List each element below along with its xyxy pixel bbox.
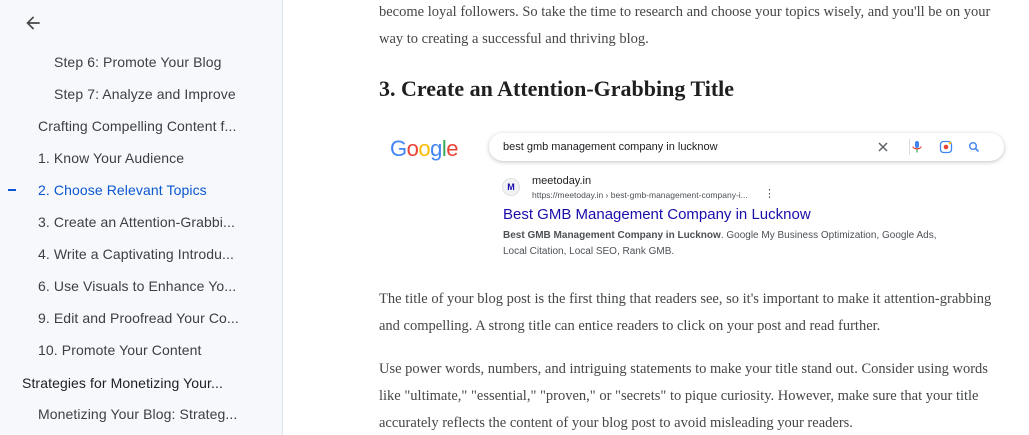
body-paragraph-2: Use power words, numbers, and intriguing… [379, 361, 988, 431]
outline-item-monetizing-strategies[interactable]: Strategies for Monetizing Your... [0, 371, 282, 395]
outline-item-know-audience[interactable]: 1. Know Your Audience [0, 146, 282, 170]
intro-paragraph: become loyal followers. So take the time… [379, 4, 991, 47]
search-icon [966, 139, 982, 155]
outline-item-create-title[interactable]: 3. Create an Attention-Grabbi... [0, 210, 282, 234]
outline-item-use-visuals[interactable]: 6. Use Visuals to Enhance Yo... [0, 274, 282, 298]
outline-item-promote-content[interactable]: 10. Promote Your Content [0, 338, 282, 362]
outline-item-write-intro[interactable]: 4. Write a Captivating Introdu... [0, 242, 282, 266]
search-query-text: best gmb management company in lucknow [503, 141, 718, 153]
result-url: https://meetoday.in › best-gmb-managemen… [532, 190, 748, 200]
search-box: best gmb management company in lucknow [489, 133, 1004, 161]
outline-item-step-7[interactable]: Step 7: Analyze and Improve [0, 82, 282, 106]
section-heading: 3. Create an Attention-Grabbing Title [379, 76, 735, 101]
arrow-left-icon [26, 16, 40, 30]
result-site-name: meetoday.in [532, 175, 592, 187]
result-snippet: Best GMB Management Company in Lucknow. … [503, 230, 937, 257]
camera-lens-icon [938, 139, 954, 155]
outline-item-edit-proofread[interactable]: 9. Edit and Proofread Your Co... [0, 306, 282, 330]
document-body[interactable]: become loyal followers. So take the time… [283, 0, 1029, 435]
document-outline-sidebar: Step 6: Promote Your Blog Step 7: Analyz… [0, 0, 283, 435]
more-options-icon: ⋮ [764, 188, 775, 200]
outline-item-step-6[interactable]: Step 6: Promote Your Blog [0, 50, 282, 74]
close-icon [875, 139, 891, 155]
outline-item-crafting-content[interactable]: Crafting Compelling Content f... [0, 114, 282, 138]
outline-item-monetizing-blog[interactable]: Monetizing Your Blog: Strateg... [0, 402, 282, 426]
google-logo: Google [390, 136, 459, 161]
embedded-search-screenshot: Google best gmb management company in lu… [379, 128, 1009, 268]
result-title: Best GMB Management Company in Lucknow [503, 206, 811, 223]
back-button[interactable] [21, 11, 45, 35]
outline-item-choose-topics[interactable]: 2. Choose Relevant Topics [0, 178, 282, 202]
microphone-icon [909, 139, 925, 155]
site-favicon: M [502, 178, 520, 196]
body-paragraph-1: The title of your blog post is the first… [379, 291, 992, 334]
